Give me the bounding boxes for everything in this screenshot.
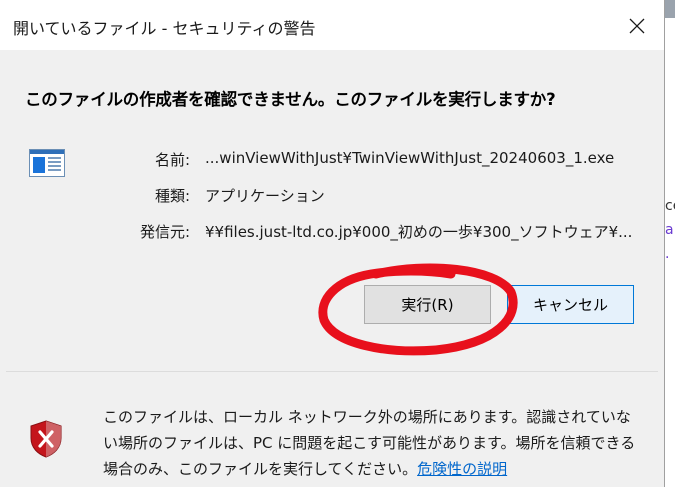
- background-titlebar: [664, 0, 675, 18]
- type-label: 種類:: [154, 187, 190, 205]
- background-text: a: [665, 222, 674, 238]
- section-divider: [6, 371, 658, 372]
- dialog-question: このファイルの作成者を確認できません。このファイルを実行しますか?: [25, 90, 556, 109]
- name-value: ...winViewWithJust¥TwinViewWithJust_2024…: [205, 149, 615, 167]
- security-shield-icon: [30, 420, 62, 458]
- close-icon: [629, 18, 645, 34]
- background-text: ce: [665, 198, 675, 214]
- publisher-value: ¥¥files.just-ltd.co.jp¥000_初めの一歩¥300_ソフト…: [205, 223, 633, 241]
- name-label: 名前:: [154, 151, 190, 169]
- security-warning-dialog: 開いているファイル - セキュリティの警告 このファイルの作成者を確認できません…: [0, 0, 665, 487]
- title-bar[interactable]: 開いているファイル - セキュリティの警告: [0, 0, 664, 50]
- cancel-button[interactable]: キャンセル: [507, 285, 634, 324]
- risk-explanation-link[interactable]: 危険性の説明: [417, 460, 507, 478]
- close-button[interactable]: [618, 8, 656, 44]
- type-value: アプリケーション: [205, 187, 325, 205]
- background-text: .: [665, 246, 670, 262]
- publisher-label: 発信元:: [139, 223, 190, 241]
- window-title: 開いているファイル - セキュリティの警告: [13, 19, 316, 38]
- run-button[interactable]: 実行(R): [364, 285, 491, 324]
- application-file-icon: [29, 149, 65, 177]
- warning-text: このファイルは、ローカル ネットワーク外の場所にあります。認識されていない場所の…: [103, 408, 636, 478]
- warning-message: このファイルは、ローカル ネットワーク外の場所にあります。認識されていない場所の…: [103, 404, 643, 482]
